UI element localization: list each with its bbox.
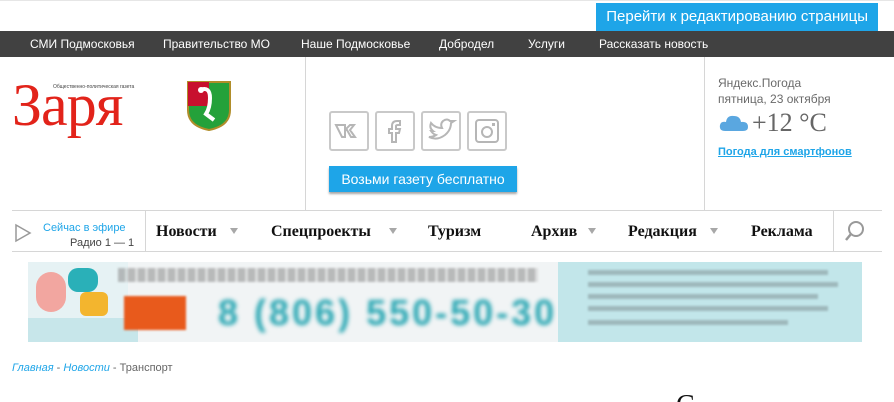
- cloud-icon: [719, 115, 748, 131]
- radio-live-label[interactable]: Сейчас в эфире: [43, 222, 126, 234]
- weather-temperature: +12 °C: [752, 108, 827, 137]
- nav-item-news[interactable]: Новости: [156, 223, 217, 241]
- breadcrumb-current: Транспорт: [119, 362, 173, 374]
- chevron-down-icon: [588, 228, 596, 234]
- banner-flag: [124, 296, 186, 330]
- article-title-fragment: С: [676, 391, 695, 402]
- play-icon[interactable]: [14, 223, 32, 243]
- banner-text-line: [588, 320, 788, 325]
- instagram-icon[interactable]: [467, 111, 507, 151]
- breadcrumb-separator: -: [109, 362, 120, 374]
- nav-item-tourism[interactable]: Туризм: [428, 223, 481, 241]
- free-newspaper-button[interactable]: Возьми газету бесплатно: [329, 166, 517, 192]
- chevron-down-icon: [230, 228, 238, 234]
- banner-phone: 8 (806) 550-50-30: [218, 292, 558, 333]
- chevron-down-icon: [710, 228, 718, 234]
- top-nav-item-dobrodel[interactable]: Добродел: [439, 31, 494, 57]
- breadcrumb-separator: -: [53, 362, 64, 374]
- header-divider: [305, 57, 306, 210]
- ad-banner[interactable]: 8 (806) 550-50-30: [28, 262, 862, 342]
- nav-divider: [145, 211, 146, 251]
- banner-text: [118, 268, 538, 282]
- nav-item-special-projects[interactable]: Спецпроекты: [271, 223, 371, 241]
- vk-icon[interactable]: [329, 111, 369, 151]
- top-nav-item-our-region[interactable]: Наше Подмосковье: [301, 31, 410, 57]
- banner-decoration: [68, 268, 98, 292]
- breadcrumb: Главная - Новости - Транспорт: [12, 362, 173, 374]
- radio-station: Радио 1 — 1: [70, 237, 135, 249]
- banner-text-line: [588, 270, 828, 275]
- weather-smartphones-link[interactable]: Погода для смартфонов: [718, 146, 852, 158]
- nav-item-advertising[interactable]: Реклама: [751, 223, 813, 241]
- header-divider: [704, 57, 705, 210]
- top-nav-item-services[interactable]: Услуги: [528, 31, 565, 57]
- facebook-icon[interactable]: [375, 111, 415, 151]
- site-logo[interactable]: Заря: [12, 68, 123, 142]
- main-navigation: Сейчас в эфире Радио 1 — 1 Новости Спецп…: [12, 210, 882, 252]
- twitter-icon[interactable]: [421, 111, 461, 151]
- edit-bar: Перейти к редактированию страницы: [0, 0, 894, 31]
- banner-decoration: [80, 292, 108, 316]
- banner-decoration: [36, 272, 66, 312]
- nav-item-editorial[interactable]: Редакция: [628, 223, 697, 241]
- breadcrumb-news-link[interactable]: Новости: [63, 362, 109, 374]
- chevron-down-icon: [389, 228, 397, 234]
- weather-source: Яндекс.Погода: [718, 76, 802, 90]
- nav-item-archive[interactable]: Архив: [531, 223, 577, 241]
- edit-page-button[interactable]: Перейти к редактированию страницы: [596, 3, 878, 31]
- weather-date: пятница, 23 октября: [718, 92, 831, 106]
- coat-of-arms-icon: [187, 81, 231, 132]
- search-icon[interactable]: [844, 220, 866, 242]
- breadcrumb-home-link[interactable]: Главная: [12, 362, 54, 374]
- nav-divider: [833, 211, 834, 251]
- banner-text-line: [588, 294, 818, 299]
- top-navigation: СМИ Подмосковья Правительство МО Наше По…: [0, 31, 894, 57]
- top-nav-item-tell-news[interactable]: Рассказать новость: [599, 31, 708, 57]
- banner-text-line: [588, 306, 828, 311]
- top-nav-item-media[interactable]: СМИ Подмосковья: [30, 31, 135, 57]
- banner-decoration: [28, 318, 138, 342]
- banner-text-line: [588, 282, 838, 287]
- top-nav-item-government[interactable]: Правительство МО: [163, 31, 270, 57]
